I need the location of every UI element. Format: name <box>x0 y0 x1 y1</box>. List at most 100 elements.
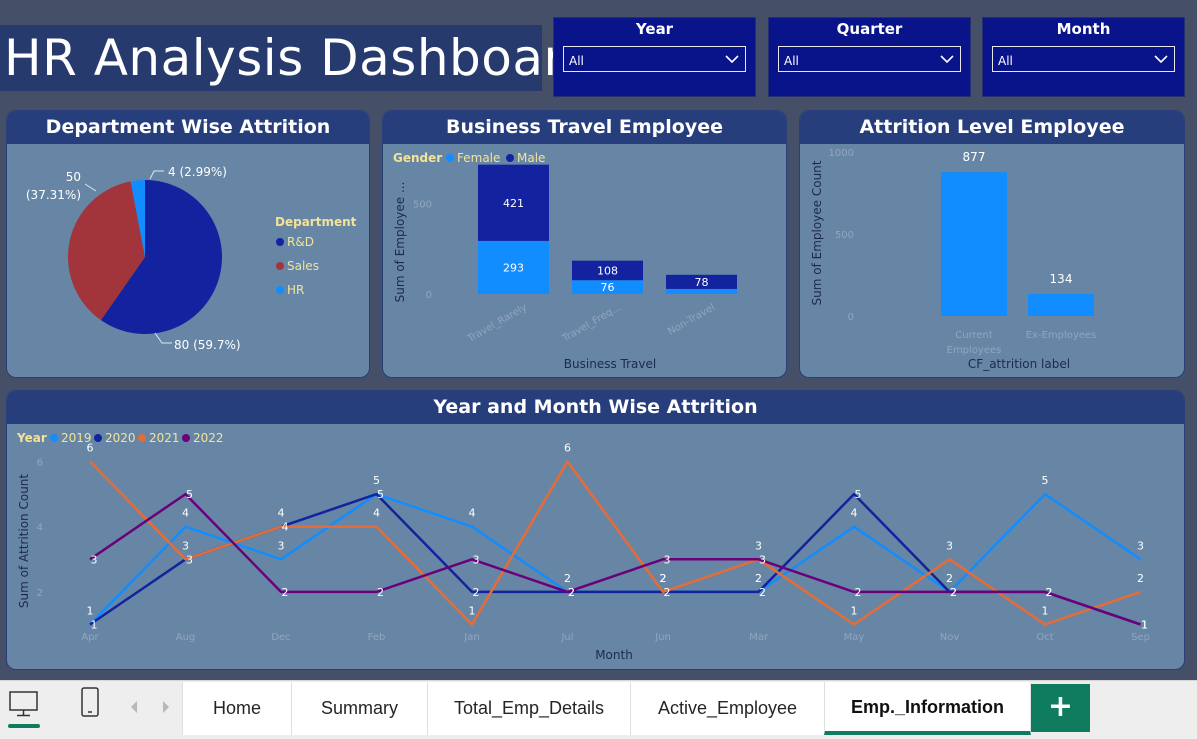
line-data-label: 6 <box>564 442 571 455</box>
line-legend-label: 2022 <box>193 431 224 445</box>
month-slicer: Month All <box>982 17 1185 97</box>
x-tick-label: Feb <box>368 632 386 643</box>
line-data-label: 1 <box>1141 618 1148 631</box>
year-slicer: Year All <box>553 17 756 97</box>
pie-legend-label: R&D <box>287 235 314 249</box>
bar-legend-marker <box>506 154 514 162</box>
line-data-label: 4 <box>278 507 285 520</box>
tab-emp-information[interactable]: Emp._Information <box>824 682 1031 735</box>
y-axis-label: Sum of Employee ... <box>393 182 407 303</box>
line-data-label: 1 <box>851 604 858 617</box>
department-pie-chart: 4 (2.99%) 50 (37.31%) 80 (59.7%) Department R… <box>26 165 357 352</box>
x-tick-label: May <box>844 632 865 643</box>
line-data-label: 1 <box>469 604 476 617</box>
x-axis-label: CF_attrition label <box>968 357 1070 371</box>
line-data-label: 4 <box>469 507 476 520</box>
pie-leader-line <box>84 183 97 192</box>
tab-home[interactable]: Home <box>182 682 292 735</box>
pie-leader-line <box>154 332 172 344</box>
department-attrition-panel: Department Wise Attrition 4 (2.99%) 50 (37… <box>6 110 370 378</box>
chevron-right-icon[interactable] <box>160 700 172 714</box>
line-data-label: 1 <box>91 618 98 631</box>
tab-active-employee[interactable]: Active_Employee <box>630 682 825 735</box>
x-tick-label: Mar <box>749 632 769 643</box>
x-tick-label: Dec <box>271 632 290 643</box>
x-tick-label: Ex-Employees <box>1026 330 1097 341</box>
y-axis-label: Sum of Employee Count <box>810 160 824 305</box>
quarter-dropdown-value: All <box>784 54 799 68</box>
line-data-label: 3 <box>278 539 285 552</box>
line-data-label: 5 <box>377 488 384 501</box>
year-dropdown[interactable]: All <box>563 46 746 72</box>
bar-data-label: 108 <box>597 264 618 277</box>
attrition-level-panel: Attrition Level Employee 0 500 1000 Sum of … <box>799 110 1185 378</box>
line-data-label: 3 <box>946 539 953 552</box>
chevron-down-icon <box>725 55 739 64</box>
x-tick-label: Apr <box>81 632 99 643</box>
quarter-dropdown[interactable]: All <box>778 46 961 72</box>
line-legend-label: 2020 <box>105 431 136 445</box>
line-data-label: 3 <box>186 553 193 566</box>
dashboard-title-box: HR Analysis Dashboard <box>0 25 595 91</box>
pie-data-label: (37.31%) <box>26 188 81 202</box>
tab-total-emp-details[interactable]: Total_Emp_Details <box>427 682 631 735</box>
line-data-label: 2 <box>1046 586 1053 599</box>
mobile-view-icon[interactable] <box>80 687 100 719</box>
bar-legend-title: Gender <box>393 151 442 165</box>
x-tick-label: Employees <box>947 345 1002 356</box>
chevron-down-icon <box>940 55 954 64</box>
pie-legend-label: HR <box>287 283 304 297</box>
x-tick-label: Travel_Freq... <box>560 302 623 345</box>
y-tick-label: 0 <box>848 312 854 323</box>
y-tick-label: 2 <box>37 588 43 599</box>
tab-summary[interactable]: Summary <box>291 682 428 735</box>
line-data-label: 2 <box>282 586 289 599</box>
line-series-2021 <box>89 460 1141 626</box>
line-data-label: 2 <box>950 586 957 599</box>
line-data-label: 2 <box>568 586 575 599</box>
pie-data-label: 4 (2.99%) <box>168 165 227 179</box>
bar-legend-marker <box>446 154 454 162</box>
month-slicer-label: Month <box>1056 20 1111 38</box>
x-tick-label: Travel_Rarely <box>465 302 529 345</box>
bar-segment <box>666 288 737 294</box>
bar-data-label: 877 <box>963 150 986 164</box>
y-tick-label: 500 <box>835 230 854 241</box>
line-data-label: 5 <box>373 474 380 487</box>
line-data-label: 5 <box>1042 474 1049 487</box>
year-slicer-label: Year <box>635 20 674 38</box>
line-legend-title: Year <box>16 431 47 445</box>
line-data-label: 1 <box>87 604 94 617</box>
pie-data-label: 50 <box>66 170 81 184</box>
add-page-button[interactable]: + <box>1031 684 1090 732</box>
page-tab-bar: Home Summary Total_Emp_Details Active_Em… <box>0 680 1197 739</box>
line-legend-marker <box>50 434 58 442</box>
quarter-slicer: Quarter All <box>768 17 971 97</box>
pie-legend-marker <box>276 238 284 246</box>
line-data-label: 5 <box>855 488 862 501</box>
line-data-label: 3 <box>182 539 189 552</box>
month-dropdown[interactable]: All <box>992 46 1175 72</box>
line-data-label: 2 <box>855 586 862 599</box>
line-data-label: 4 <box>182 507 189 520</box>
line-data-label: 5 <box>186 488 193 501</box>
line-data-label: 4 <box>282 521 289 534</box>
pie-legend-label: Sales <box>287 259 319 273</box>
x-tick-label: Jun <box>654 632 671 643</box>
y-tick-label: 500 <box>413 199 432 210</box>
line-data-label: 3 <box>664 553 671 566</box>
bar-data-label: 78 <box>695 276 709 289</box>
chevron-left-icon[interactable] <box>128 700 140 714</box>
pie-legend-marker <box>276 286 284 294</box>
line-legend-label: 2021 <box>149 431 180 445</box>
attrition-level-bar-chart: 0 500 1000 Sum of Employee Count 877 Current E… <box>810 148 1097 371</box>
desktop-view-icon[interactable] <box>8 689 40 729</box>
x-tick-label: Jul <box>560 632 573 643</box>
x-tick-label: Jan <box>463 632 479 643</box>
line-data-label: 2 <box>473 586 480 599</box>
line-legend-marker <box>94 434 102 442</box>
pie-legend-title: Department <box>275 215 357 229</box>
year-dropdown-value: All <box>569 54 584 68</box>
y-tick-label: 4 <box>37 523 43 534</box>
dashboard-canvas: HR Analysis Dashboard Year All Quarter A… <box>0 0 1197 680</box>
